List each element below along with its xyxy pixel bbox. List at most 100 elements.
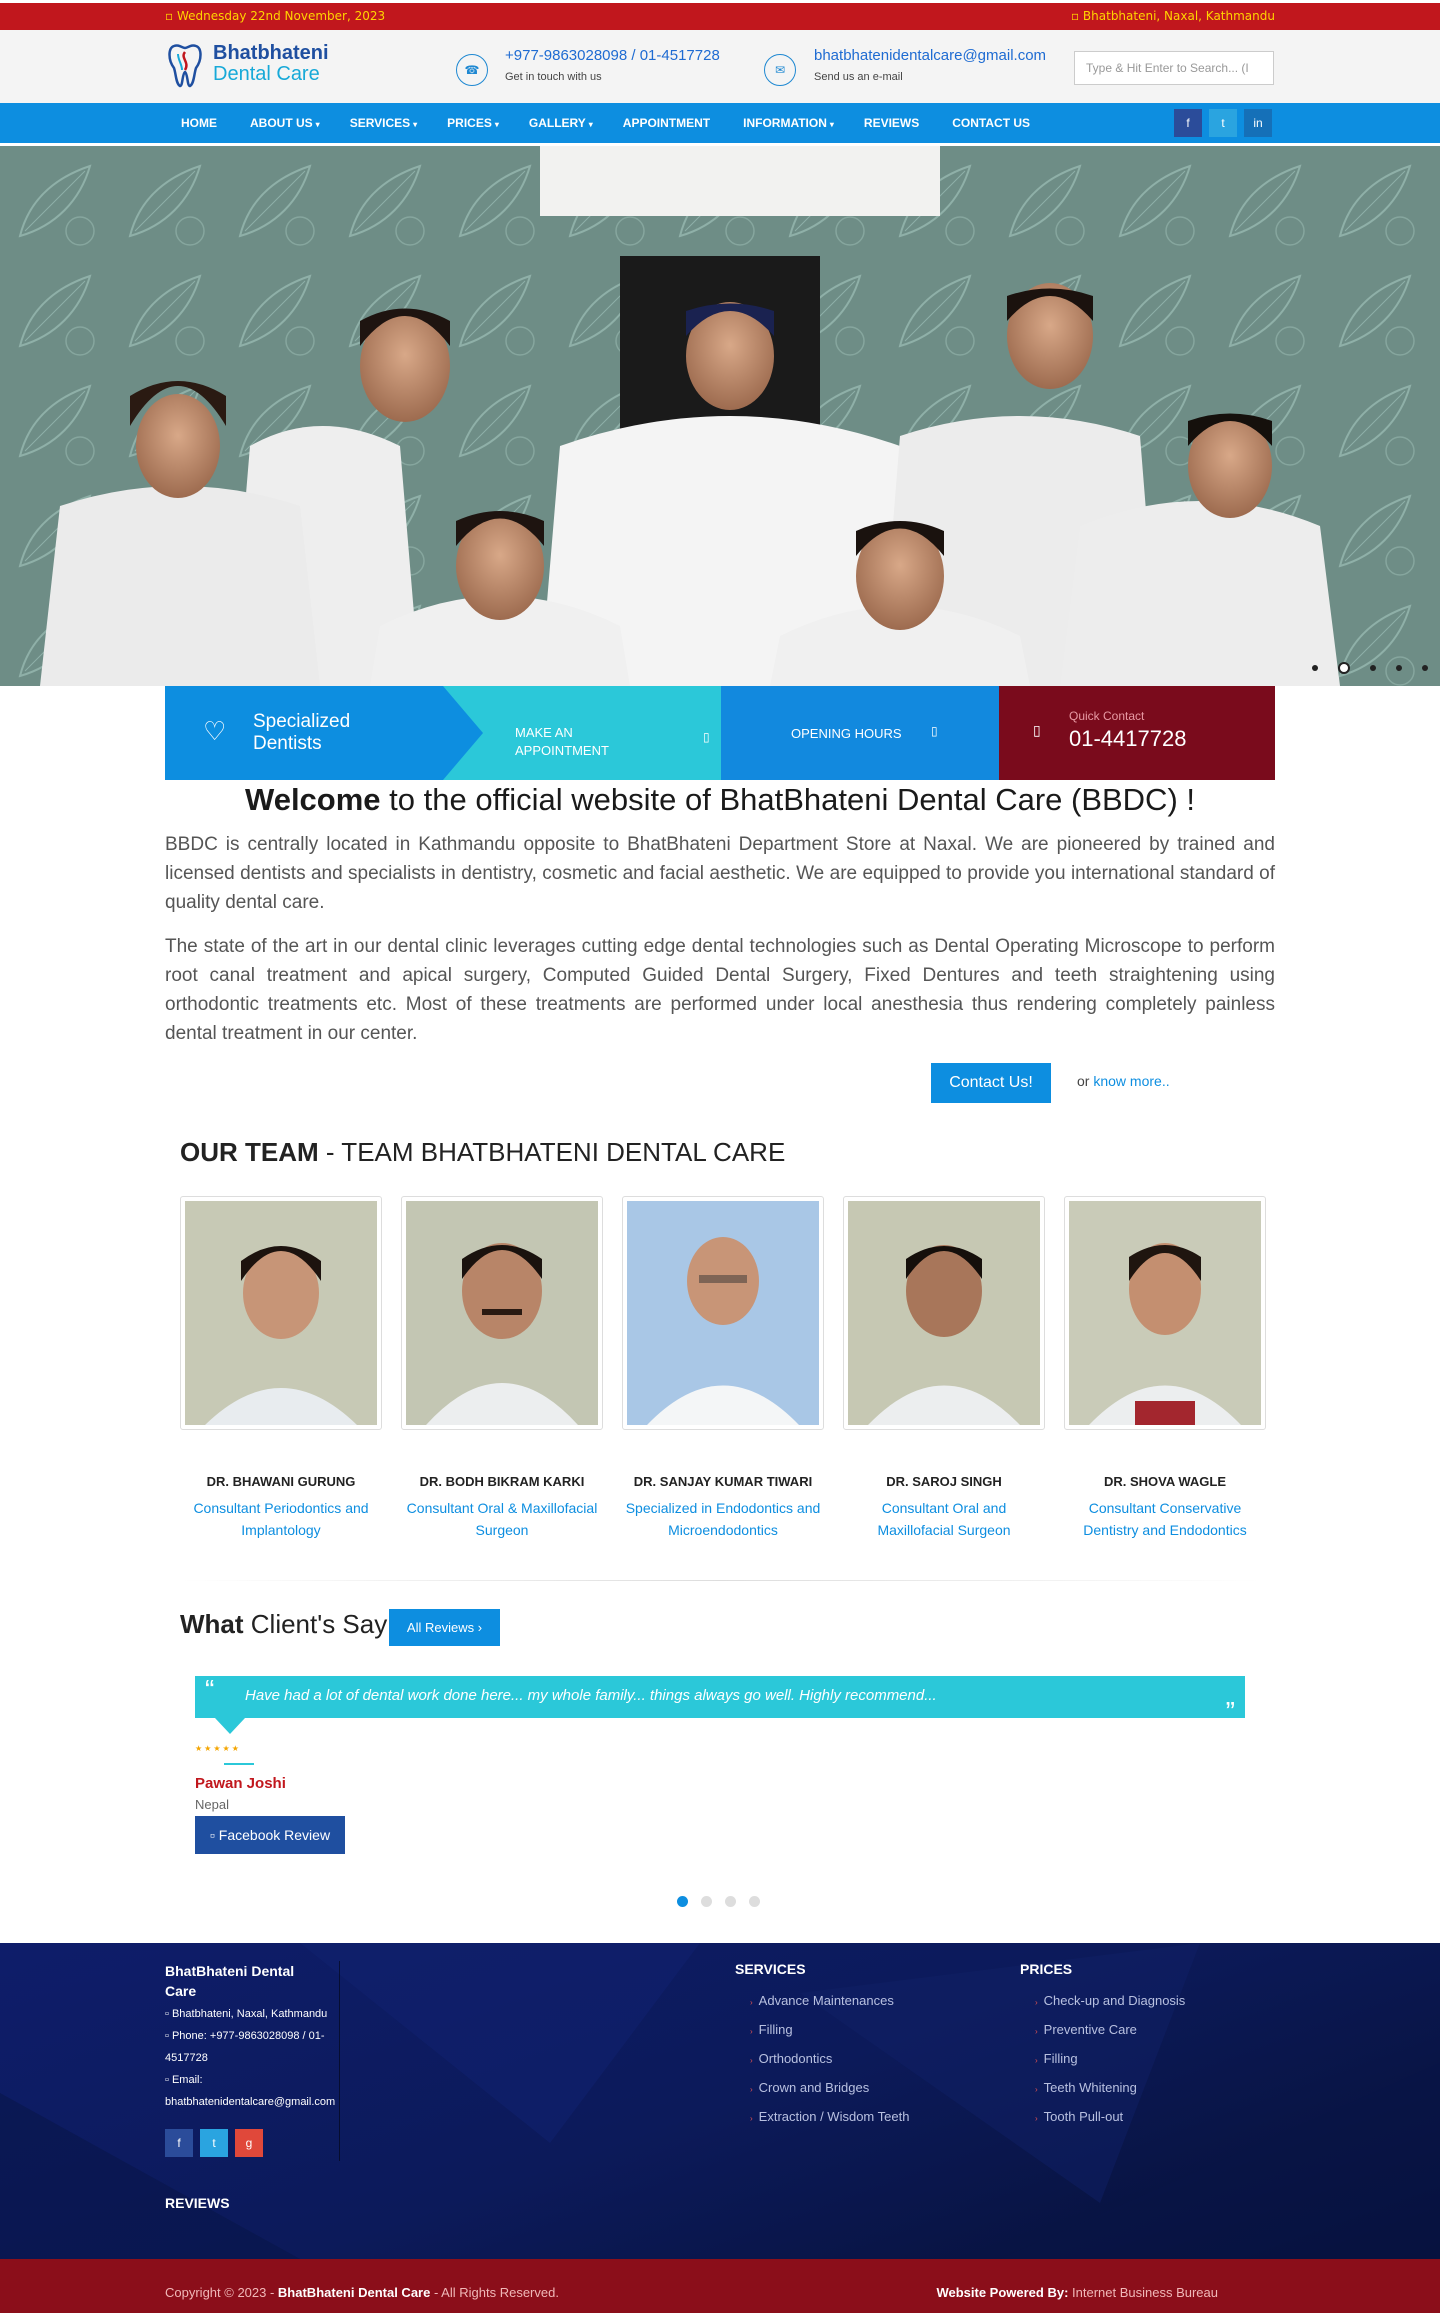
- logo-text-line1[interactable]: Bhatbhateni: [213, 42, 329, 65]
- team-member-role[interactable]: Consultant Oral & Maxillofacial Surgeon: [401, 1497, 603, 1541]
- linkedin-icon[interactable]: in: [1244, 109, 1272, 137]
- footer-service-item[interactable]: › Filling: [750, 2022, 793, 2037]
- team-member-role[interactable]: Consultant Conservative Dentistry and En…: [1064, 1497, 1266, 1541]
- address-text: ▫ Bhatbhateni, Naxal, Kathmandu: [1070, 9, 1275, 23]
- nav-reviews[interactable]: REVIEWS: [849, 103, 937, 143]
- facebook-review-label: Facebook Review: [218, 1827, 331, 1843]
- nav-home[interactable]: HOME: [166, 103, 235, 143]
- footer-phone: ▫ Phone: +977-9863028098 / 01-4517728: [165, 2030, 325, 2064]
- make-appointment-box[interactable]: MAKE AN APPOINTMENT ▯: [443, 686, 743, 780]
- footer-price-label[interactable]: Check-up and Diagnosis: [1044, 1993, 1186, 2008]
- footer-price-label[interactable]: Preventive Care: [1044, 2022, 1137, 2037]
- team-member-photo[interactable]: [406, 1201, 598, 1425]
- know-more-link[interactable]: know more..: [1093, 1073, 1169, 1089]
- team-member-role[interactable]: Consultant Periodontics and Implantology: [180, 1497, 382, 1541]
- twitter-icon[interactable]: t: [1209, 109, 1237, 137]
- hero-slider[interactable]: [0, 146, 1440, 686]
- team-member-name: DR. SANJAY KUMAR TIWARI: [633, 1474, 813, 1489]
- chevron-right-icon: ›: [1035, 1998, 1038, 2007]
- chevron-right-icon: ›: [750, 2114, 753, 2123]
- nav-contact-us[interactable]: CONTACT US: [937, 103, 1048, 143]
- footer-price-label[interactable]: Teeth Whitening: [1044, 2080, 1137, 2095]
- team-member-role[interactable]: Consultant Oral and Maxillofacial Surgeo…: [843, 1497, 1045, 1541]
- footer-contact-info: ▫ Bhatbhateni, Naxal, Kathmandu ▫ Phone:…: [165, 2003, 335, 2113]
- footer-price-label[interactable]: Filling: [1044, 2051, 1078, 2066]
- hero-dot[interactable]: [1312, 665, 1318, 671]
- facebook-review-button[interactable]: ▫ Facebook Review: [195, 1816, 345, 1854]
- feature-strip: ♡ Specialized Dentists MAKE AN APPOINTME…: [165, 686, 1275, 780]
- opening-hours-box[interactable]: OPENING HOURS ▯: [721, 686, 1001, 780]
- footer-email-address[interactable]: bhatbhatenidentalcare@gmail.com: [165, 2091, 335, 2113]
- team-member-card[interactable]: DR. SAROJ SINGH Consultant Oral and Maxi…: [843, 1196, 1045, 1541]
- chevron-down-icon: ▾: [315, 120, 320, 129]
- footer-price-label[interactable]: Tooth Pull-out: [1044, 2109, 1124, 2124]
- footer-price-item[interactable]: › Tooth Pull-out: [1035, 2109, 1123, 2124]
- footer-service-label[interactable]: Extraction / Wisdom Teeth: [759, 2109, 910, 2124]
- welcome-rest: to the official website of BhatBhateni D…: [380, 782, 1195, 817]
- copyright-org[interactable]: BhatBhateni Dental Care: [278, 2285, 430, 2300]
- nav-services[interactable]: SERVICES ▾: [335, 103, 432, 143]
- appointment-label[interactable]: MAKE AN APPOINTMENT: [515, 724, 609, 760]
- reviews-heading-rest: Client's Say -: [243, 1609, 404, 1639]
- footer-price-item[interactable]: › Preventive Care: [1035, 2022, 1137, 2037]
- powered-by-company[interactable]: Internet Business Bureau: [1068, 2285, 1218, 2300]
- footer-service-item[interactable]: › Crown and Bridges: [750, 2080, 869, 2095]
- opening-hours-label[interactable]: OPENING HOURS: [791, 726, 902, 741]
- team-member-role[interactable]: Specialized in Endodontics and Microendo…: [622, 1497, 824, 1541]
- footer-service-item[interactable]: › Orthodontics: [750, 2051, 832, 2066]
- team-member-card[interactable]: DR. SHOVA WAGLE Consultant Conservative …: [1064, 1196, 1266, 1541]
- reviewer-divider: [224, 1763, 254, 1765]
- facebook-icon[interactable]: f: [165, 2129, 193, 2157]
- logo-tooth-icon[interactable]: [166, 40, 204, 90]
- hero-dot[interactable]: [1396, 665, 1402, 671]
- team-member-photo[interactable]: [627, 1201, 819, 1425]
- footer-service-label[interactable]: Filling: [759, 2022, 793, 2037]
- top-bar: ▫ Wednesday 22nd November, 2023 ▫ Bhatbh…: [0, 3, 1440, 30]
- nav-gallery[interactable]: GALLERY ▾: [514, 103, 608, 143]
- team-member-photo[interactable]: [848, 1201, 1040, 1425]
- footer-service-item[interactable]: › Extraction / Wisdom Teeth: [750, 2109, 909, 2124]
- team-member-photo[interactable]: [185, 1201, 377, 1425]
- reviews-dot[interactable]: [701, 1896, 712, 1907]
- header-email[interactable]: bhatbhatenidentalcare@gmail.com: [814, 47, 1046, 64]
- footer-service-item[interactable]: › Advance Maintenances: [750, 1993, 894, 2008]
- chevron-down-icon: ▾: [829, 120, 834, 129]
- nav-prices[interactable]: PRICES ▾: [432, 103, 514, 143]
- facebook-icon[interactable]: f: [1174, 109, 1202, 137]
- footer-price-item[interactable]: › Filling: [1035, 2051, 1078, 2066]
- footer-phone-text[interactable]: Phone: +977-9863028098 / 01-4517728: [165, 2030, 325, 2064]
- reviews-dot[interactable]: [725, 1896, 736, 1907]
- appointment-line1: MAKE AN: [515, 725, 573, 740]
- footer-price-item[interactable]: › Check-up and Diagnosis: [1035, 1993, 1185, 2008]
- twitter-icon[interactable]: t: [200, 2129, 228, 2157]
- all-reviews-button[interactable]: All Reviews ›: [389, 1609, 500, 1646]
- nav-information[interactable]: INFORMATION ▾: [728, 103, 849, 143]
- reviews-dot[interactable]: [749, 1896, 760, 1907]
- team-member-card[interactable]: DR. BODH BIKRAM KARKI Consultant Oral & …: [401, 1196, 603, 1541]
- nav-appointment[interactable]: APPOINTMENT: [608, 103, 728, 143]
- footer-service-label[interactable]: Orthodontics: [759, 2051, 833, 2066]
- logo-text-line2[interactable]: Dental Care: [213, 63, 320, 86]
- team-member-name: DR. BODH BIKRAM KARKI: [419, 1474, 585, 1489]
- specialized-label: Specialized Dentists: [253, 711, 350, 755]
- specialized-line2: Dentists: [253, 733, 322, 754]
- footer-service-label[interactable]: Crown and Bridges: [759, 2080, 870, 2095]
- search-input[interactable]: Type & Hit Enter to Search... (I: [1074, 51, 1274, 85]
- chevron-right-icon: ›: [750, 1998, 753, 2007]
- copyright-text: Copyright © 2023 - BhatBhateni Dental Ca…: [165, 2285, 559, 2300]
- footer-service-label[interactable]: Advance Maintenances: [759, 1993, 894, 2008]
- team-member-photo[interactable]: [1069, 1201, 1261, 1425]
- quick-contact-phone[interactable]: 01-4417728: [1069, 726, 1186, 752]
- team-member-frame: [1064, 1196, 1266, 1430]
- nav-about-us[interactable]: ABOUT US ▾: [235, 103, 335, 143]
- team-member-card[interactable]: DR. BHAWANI GURUNG Consultant Periodonti…: [180, 1196, 382, 1541]
- footer-price-item[interactable]: › Teeth Whitening: [1035, 2080, 1137, 2095]
- hero-dot[interactable]: [1422, 665, 1428, 671]
- contact-us-button[interactable]: Contact Us!: [931, 1063, 1051, 1103]
- header-phone[interactable]: +977-9863028098 / 01-4517728: [505, 47, 720, 64]
- hero-dot-active[interactable]: [1338, 662, 1350, 674]
- hero-dot[interactable]: [1370, 665, 1376, 671]
- google-plus-icon[interactable]: g: [235, 2129, 263, 2157]
- reviews-dot-active[interactable]: [677, 1896, 688, 1907]
- team-member-card[interactable]: DR. SANJAY KUMAR TIWARI Specialized in E…: [622, 1196, 824, 1541]
